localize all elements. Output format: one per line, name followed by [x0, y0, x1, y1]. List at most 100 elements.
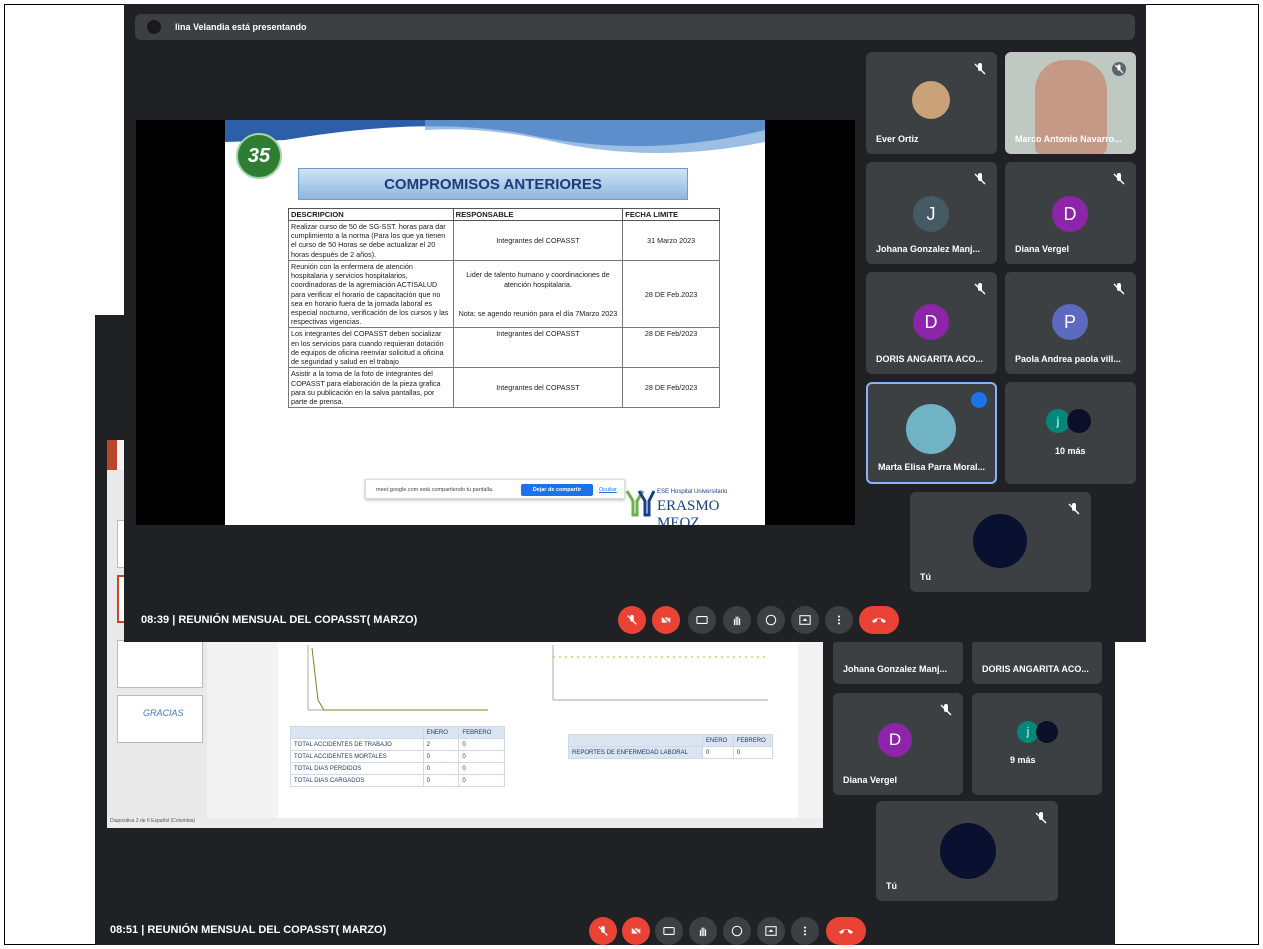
avatar-photo: [906, 404, 956, 454]
logo-number: 35: [247, 144, 271, 167]
tile-self[interactable]: Tú: [910, 492, 1091, 592]
tile-doris[interactable]: D DORIS ANGARITA ACO...: [866, 272, 997, 374]
back-leave-call-button[interactable]: [826, 917, 866, 945]
back-captions-button[interactable]: [655, 917, 683, 945]
tile-diana[interactable]: D Diana Vergel: [1005, 162, 1136, 264]
participant-name: Diana Vergel: [843, 775, 898, 785]
present-button[interactable]: [791, 606, 819, 634]
table-row: Asistir a la toma de la foto de integran…: [288, 367, 720, 409]
participant-name: Ever Ortiz: [876, 134, 919, 144]
self-avatar: [973, 514, 1027, 568]
back-camera-button[interactable]: [622, 917, 650, 945]
avatar-photo: [912, 81, 950, 119]
back-tile-more[interactable]: j 9 más: [972, 693, 1102, 795]
participant-name: DORIS ANGARITA ACO...: [876, 354, 983, 364]
hang-up-icon: [872, 618, 886, 623]
mic-off-icon: [1035, 812, 1047, 824]
more-options-button[interactable]: [825, 606, 853, 634]
more-vert-icon: [803, 926, 807, 936]
leave-call-button[interactable]: [859, 606, 899, 634]
back-mic-button[interactable]: [589, 917, 617, 945]
slide-wave-decoration: [225, 120, 765, 153]
back-tile-self[interactable]: Tú: [876, 801, 1058, 901]
more-participants-count: 9 más: [1010, 755, 1036, 765]
powerpoint-titlebar: [107, 440, 117, 470]
mic-off-icon: [974, 63, 986, 75]
presenting-banner: lina Velandia está presentando: [135, 14, 1135, 40]
back-more-options-button[interactable]: [791, 917, 819, 945]
back-meeting-info: 08:51 | REUNIÓN MENSUAL DEL COPASST( MAR…: [110, 924, 387, 936]
tile-more-participants[interactable]: j 10 más: [1005, 382, 1136, 484]
accidents-table: ENERO FEBRERO TOTAL ACCIDENTES DE TRABAJO…: [290, 726, 505, 787]
table-row: Los integrantes del COPASST deben social…: [288, 327, 720, 369]
camera-button[interactable]: [652, 606, 680, 634]
reactions-button[interactable]: [757, 606, 785, 634]
presenter-avatar: [147, 20, 161, 34]
hand-icon: [699, 927, 707, 937]
tile-marta-speaking[interactable]: Marta Elisa Parra Moral...: [866, 382, 997, 484]
slide-title: COMPROMISOS ANTERIORES: [298, 168, 688, 200]
slide-thumb-3[interactable]: [117, 640, 203, 688]
mic-off-icon: [940, 704, 952, 716]
presenter-text: lina Velandia está presentando: [175, 22, 307, 32]
present-icon: [799, 615, 811, 625]
mic-off-icon: [1112, 62, 1126, 76]
hide-notice-link[interactable]: Ocultar: [599, 487, 617, 493]
participant-name: Johana Gonzalez Manj...: [843, 664, 948, 674]
thumb-gracias-text: GRACIAS: [143, 708, 184, 718]
back-reactions-button[interactable]: [723, 917, 751, 945]
tile-johana[interactable]: J Johana Gonzalez Manj...: [866, 162, 997, 264]
participant-name: Marco Antonio Navarro...: [1015, 134, 1122, 144]
participant-name: Diana Vergel: [1015, 244, 1070, 254]
captions-icon: [663, 927, 675, 935]
speaking-indicator-icon: [971, 392, 987, 408]
back-raise-hand-button[interactable]: [689, 917, 717, 945]
avatar: P: [1052, 304, 1088, 340]
more-vert-icon: [837, 615, 841, 625]
participant-name: DORIS ANGARITA ACO...: [982, 664, 1089, 674]
emoji-icon: [765, 614, 777, 626]
col-header: DESCRIPCION: [288, 208, 454, 221]
meeting-info: 08:39 | REUNIÓN MENSUAL DEL COPASST( MAR…: [141, 614, 418, 626]
back-tile-doris[interactable]: DORIS ANGARITA ACO...: [972, 640, 1102, 684]
stop-sharing-button[interactable]: Dejar de compartir: [521, 484, 593, 496]
avatar: D: [1052, 196, 1088, 232]
avatar: D: [913, 304, 949, 340]
tile-marco-video[interactable]: Marco Antonio Navarro...: [1005, 52, 1136, 154]
slide-thumb-4[interactable]: GRACIAS: [117, 695, 203, 743]
anniversary-logo: 35: [236, 133, 282, 179]
col-header: FECHA LIMITE: [622, 208, 720, 221]
back-tile-johana[interactable]: Johana Gonzalez Manj...: [833, 640, 963, 684]
table-row: Reunión con la enfermera de atención hos…: [288, 259, 720, 329]
participant-name: Johana Gonzalez Manj...: [876, 244, 981, 254]
raise-hand-button[interactable]: [723, 606, 751, 634]
shared-slide: 35 COMPROMISOS ANTERIORES DESCRIPCION RE…: [225, 120, 765, 525]
camera-off-icon: [630, 925, 642, 937]
captions-button[interactable]: [688, 606, 716, 634]
avatar-photo: [1067, 409, 1091, 433]
mic-off-icon: [598, 925, 608, 936]
camera-off-icon: [660, 614, 672, 626]
present-icon: [765, 926, 777, 936]
hospital-name: ERASMO MEOZ: [657, 498, 720, 525]
hospital-logo: ESE Hospital Universitario ERASMO MEOZ: [625, 483, 760, 525]
mic-off-icon: [1068, 503, 1080, 515]
mic-off-icon: [627, 614, 637, 625]
avatar: D: [878, 723, 912, 757]
avatar: J: [913, 196, 949, 232]
back-tile-diana[interactable]: D Diana Vergel: [833, 693, 963, 795]
ppt-status-text: Diapositiva 2 de 6 Español (Colombia): [110, 818, 196, 824]
hand-icon: [733, 616, 741, 626]
tile-ever-ortiz[interactable]: Ever Ortiz: [866, 52, 997, 154]
back-present-button[interactable]: [757, 917, 785, 945]
table-row: Realizar curso de 50 de SG-SST. horas pa…: [288, 220, 720, 261]
participant-name: Tú: [886, 881, 897, 891]
emoji-icon: [731, 925, 743, 937]
captions-icon: [696, 616, 708, 624]
tile-paola[interactable]: P Paola Andrea paola vill...: [1005, 272, 1136, 374]
hang-up-icon: [839, 929, 853, 934]
share-notice-text: meet.google.com está compartiendo tu pan…: [376, 487, 494, 493]
mic-button[interactable]: [618, 606, 646, 634]
screen-share-notice: meet.google.com está compartiendo tu pan…: [365, 479, 625, 499]
mic-off-icon: [974, 173, 986, 185]
